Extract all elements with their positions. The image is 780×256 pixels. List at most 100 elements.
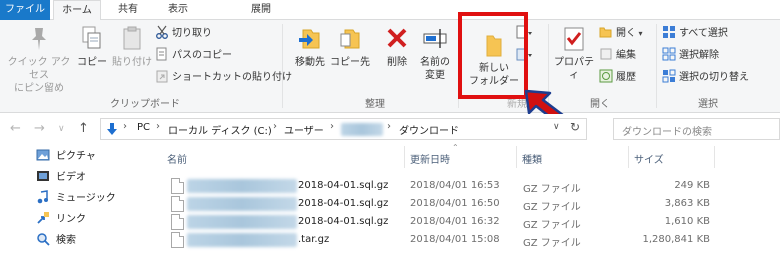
invert-selection-icon [662, 69, 676, 83]
breadcrumb-pc[interactable]: PC [137, 122, 150, 133]
nav-item-pictures[interactable]: ピクチャ [36, 147, 96, 167]
select-none-button[interactable]: 選択解除 [662, 47, 719, 64]
links-icon [37, 212, 49, 224]
tab-view[interactable]: 表示 [158, 0, 198, 20]
nav-item-searches[interactable]: 検索 [36, 231, 76, 251]
file-size: 3,863 KB [664, 198, 710, 209]
select-all-icon [663, 26, 675, 38]
breadcrumb-downloads[interactable]: ダウンロード [399, 122, 459, 137]
pin-icon [32, 28, 46, 50]
search-icon [37, 233, 50, 246]
open-icon [599, 27, 612, 38]
properties-icon [564, 27, 584, 51]
invert-selection-button[interactable]: 選択の切り替え [662, 69, 749, 86]
pin-quick-access-button[interactable]: クイック アクセス にピン留め [4, 24, 74, 95]
file-name: 2018-04-01.sql.gz [298, 180, 389, 191]
edit-button[interactable]: 編集 [599, 47, 636, 64]
copy-path-icon [156, 47, 167, 61]
file-date: 2018/04/01 16:32 [410, 216, 500, 227]
cut-button[interactable]: 切り取り [155, 25, 212, 42]
pin-quick-access-label: クイック アクセス にピン留め [7, 57, 71, 94]
file-name: 2018-04-01.sql.gz [298, 216, 389, 227]
highlight-box [458, 12, 528, 99]
file-date: 2018/04/01 15:08 [410, 234, 500, 245]
move-to-button[interactable]: 移動先 [290, 24, 330, 69]
address-dropdown-icon[interactable]: ∨ [553, 122, 560, 132]
tab-extract[interactable]: 展開 [238, 0, 284, 20]
tab-home[interactable]: ホーム [53, 0, 101, 21]
breadcrumb-separator: › [156, 121, 160, 132]
file-name: 2018-04-01.sql.gz [298, 198, 389, 209]
column-header-size[interactable]: サイズ [634, 151, 664, 166]
forward-icon[interactable]: → [34, 121, 45, 136]
edit-label: 編集 [616, 50, 636, 61]
tab-share[interactable]: 共有 [108, 0, 148, 20]
breadcrumb-separator: › [123, 121, 127, 132]
delete-label: 削除 [387, 57, 407, 68]
nav-item-links[interactable]: リンク [36, 210, 86, 230]
column-divider [714, 146, 715, 168]
nav-item-videos[interactable]: ビデオ [36, 168, 86, 188]
move-to-icon [299, 29, 320, 49]
properties-button[interactable]: プロパティ [552, 24, 596, 82]
copy-button[interactable]: コピー [76, 24, 108, 69]
delete-button[interactable]: 削除 [380, 24, 414, 69]
column-header-name[interactable]: 名前 [167, 151, 187, 166]
nav-item-label: ビデオ [56, 172, 86, 183]
invert-selection-label: 選択の切り替え [679, 72, 749, 83]
copy-icon [82, 26, 101, 49]
nav-item-label: リンク [56, 214, 86, 225]
paste-button[interactable]: 貼り付け [110, 24, 154, 69]
redacted-username [341, 123, 383, 136]
copy-path-label: パスのコピー [172, 50, 232, 61]
file-row[interactable]: .tar.gz 2018/04/01 15:08 GZ ファイル 1,280,8… [165, 229, 780, 251]
paste-shortcut-button[interactable]: ショートカットの貼り付け [155, 69, 292, 86]
scissors-icon [156, 25, 168, 39]
refresh-icon[interactable]: ↻ [570, 120, 580, 134]
select-none-icon [662, 47, 676, 61]
open-button[interactable]: 開く ▾ [599, 25, 643, 42]
select-group-label: 選択 [698, 99, 718, 110]
search-placeholder: ダウンロードの検索 [622, 127, 712, 138]
search-box[interactable]: ダウンロードの検索 [613, 118, 780, 140]
file-type: GZ ファイル [523, 238, 581, 249]
rename-button[interactable]: 名前の 変更 [416, 24, 454, 82]
open-group-label: 開く [590, 99, 610, 110]
column-divider [404, 146, 405, 168]
file-date: 2018/04/01 16:50 [410, 198, 500, 209]
group-divider [282, 24, 283, 108]
redacted-filename [187, 197, 297, 211]
file-size: 249 KB [674, 180, 710, 191]
up-icon[interactable]: ↑ [78, 121, 89, 136]
copy-path-button[interactable]: パスのコピー [155, 47, 232, 64]
open-label: 開く [616, 28, 636, 39]
move-to-label: 移動先 [295, 57, 325, 68]
tab-file[interactable]: ファイル [0, 0, 50, 20]
history-icon [599, 69, 613, 83]
recent-dropdown-icon[interactable]: ∨ [58, 124, 65, 134]
back-icon[interactable]: ← [10, 121, 21, 136]
file-icon [171, 178, 184, 194]
column-header-type[interactable]: 種類 [522, 151, 542, 166]
breadcrumb-users[interactable]: ユーザー [284, 122, 324, 137]
nav-item-music[interactable]: ミュージック [36, 189, 116, 209]
select-all-label: すべて選択 [679, 28, 728, 39]
organize-group-label: 整理 [365, 99, 385, 110]
address-bar[interactable]: › PC › ローカル ディスク (C:) › ユーザー › › ダウンロード … [100, 118, 587, 140]
ribbon: クイック アクセス にピン留め コピー 貼り付け 切り取り パスのコピー ショー… [0, 20, 780, 113]
column-header-modified[interactable]: 更新日時 [410, 151, 450, 166]
file-size: 1,280,841 KB [642, 234, 711, 245]
navigation-pane: ピクチャ ビデオ ミュージック リンク 検索 [0, 144, 150, 256]
breadcrumb-local-disk[interactable]: ローカル ディスク (C:) [168, 122, 272, 137]
copy-to-button[interactable]: コピー先 [330, 24, 370, 69]
history-label: 履歴 [616, 72, 636, 83]
nav-item-label: ミュージック [56, 193, 116, 204]
select-all-button[interactable]: すべて選択 [662, 25, 728, 42]
properties-label: プロパティ [554, 57, 594, 81]
redacted-filename [187, 215, 297, 229]
history-button[interactable]: 履歴 [599, 69, 636, 86]
pictures-icon [36, 149, 50, 161]
cut-label: 切り取り [172, 28, 212, 39]
select-none-label: 選択解除 [679, 50, 719, 61]
file-size: 1,610 KB [664, 216, 710, 227]
